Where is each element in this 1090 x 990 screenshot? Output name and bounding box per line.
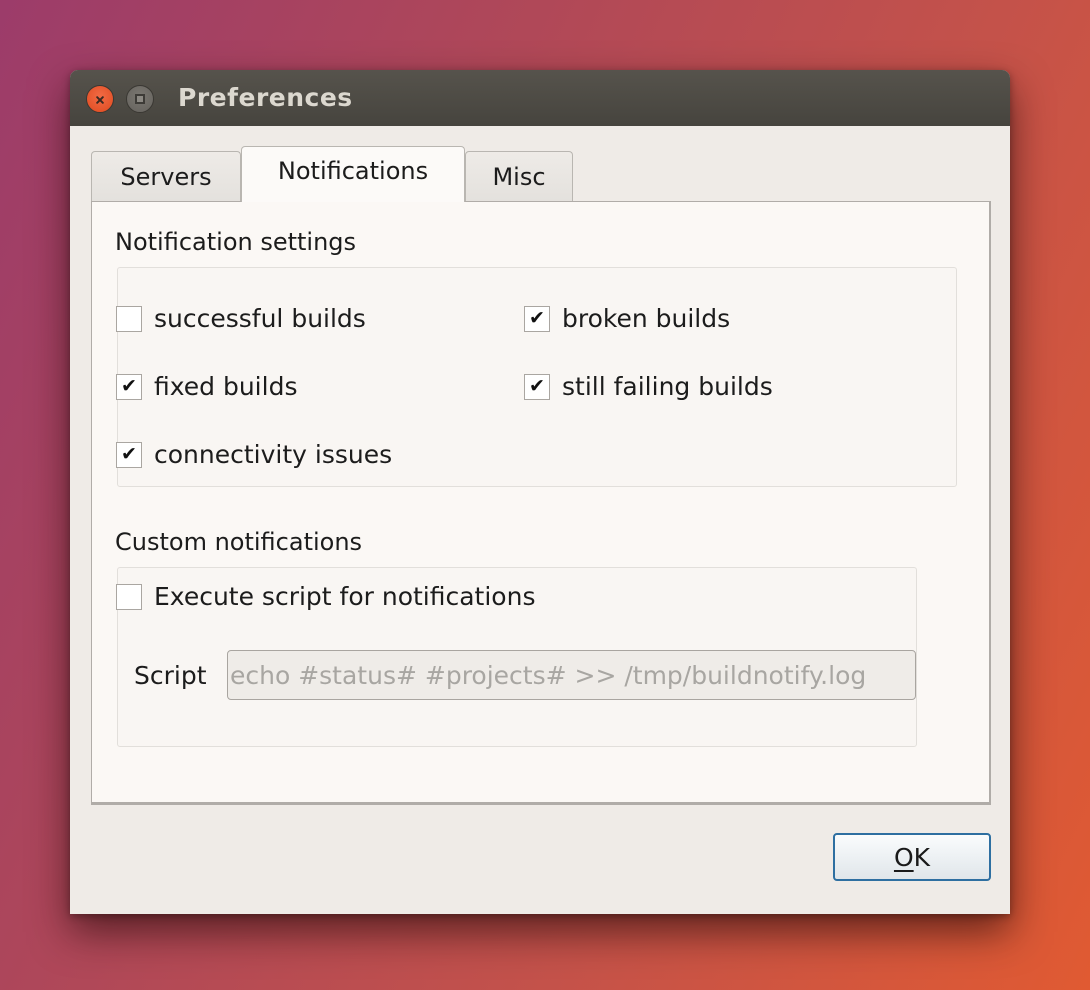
- checkbox-box[interactable]: [116, 305, 142, 332]
- script-label: Script: [134, 661, 207, 690]
- checkbox-label: Execute script for notifications: [154, 582, 536, 611]
- checkbox-label: fixed builds: [154, 372, 298, 401]
- ok-button[interactable]: OK: [833, 833, 991, 881]
- script-input[interactable]: [227, 650, 916, 700]
- checkbox-label: connectivity issues: [154, 440, 393, 469]
- tab-misc[interactable]: Misc: [465, 151, 573, 201]
- execute-script-checkbox[interactable]: Execute script for notifications: [116, 582, 535, 611]
- checkbox-box[interactable]: ✔: [116, 373, 142, 400]
- checkbox-label: broken builds: [562, 304, 731, 333]
- checkbox-box[interactable]: ✔: [524, 305, 550, 332]
- maximize-icon[interactable]: [126, 85, 154, 113]
- tab-notifications[interactable]: Notifications: [241, 146, 465, 202]
- close-icon[interactable]: [86, 85, 114, 113]
- custom-notifications-heading: Custom notifications: [115, 528, 363, 556]
- checkbox-box[interactable]: ✔: [116, 441, 142, 468]
- successful-builds-checkbox[interactable]: successful builds: [116, 304, 366, 333]
- window-title: Preferences: [178, 83, 353, 112]
- title-bar[interactable]: Preferences: [70, 70, 1010, 126]
- checkbox-box[interactable]: ✔: [524, 373, 550, 400]
- notifications-tab-panel: Notification settings successful builds …: [91, 201, 991, 805]
- still-failing-builds-checkbox[interactable]: ✔ still failing builds: [524, 372, 773, 401]
- checkbox-label: successful builds: [154, 304, 366, 333]
- notification-settings-heading: Notification settings: [115, 228, 357, 256]
- ok-mnemonic: O: [893, 842, 914, 872]
- tab-servers[interactable]: Servers: [91, 151, 241, 201]
- broken-builds-checkbox[interactable]: ✔ broken builds: [524, 304, 730, 333]
- checkbox-box[interactable]: [116, 583, 142, 610]
- checkbox-label: still failing builds: [562, 372, 773, 401]
- ok-label-rest: K: [913, 842, 931, 872]
- connectivity-issues-checkbox[interactable]: ✔ connectivity issues: [116, 440, 392, 469]
- fixed-builds-checkbox[interactable]: ✔ fixed builds: [116, 372, 297, 401]
- preferences-window: Preferences Servers Notifications Misc N…: [70, 70, 1010, 914]
